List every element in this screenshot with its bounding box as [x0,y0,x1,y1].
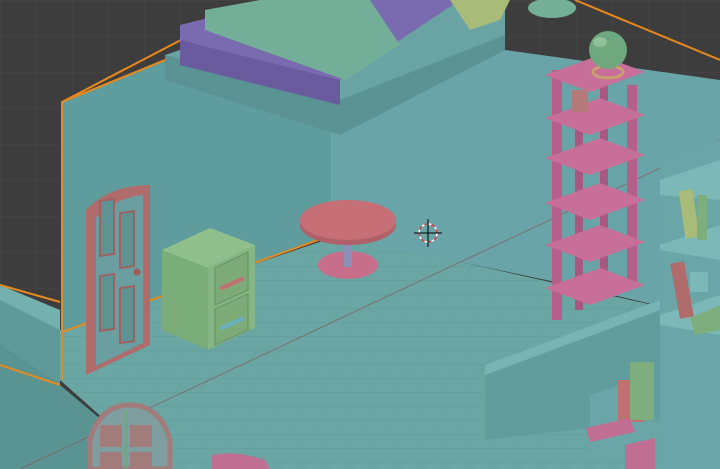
window-pane-3 [100,452,122,469]
window-pane-4 [130,452,152,469]
window-lower[interactable] [87,402,173,469]
book-green[interactable] [697,195,707,240]
filing-cabinet[interactable] [162,228,255,350]
door-glass-3 [99,272,115,333]
globe-highlight [593,37,607,47]
book-box[interactable] [690,272,708,292]
window-pane-2 [130,425,152,447]
small-book-green[interactable] [630,362,654,420]
door[interactable] [86,185,150,375]
window-pane-1 [100,425,122,447]
viewport-canvas[interactable] [0,0,720,469]
door-glass-2 [119,210,135,270]
3d-viewport[interactable] [0,0,720,469]
bookcase-right[interactable] [660,140,720,469]
shelf-book [572,90,588,112]
door-knob[interactable] [133,268,141,276]
door-glass-4 [119,285,135,345]
table-top[interactable] [300,200,396,240]
door-glass-1 [99,197,115,258]
globe[interactable] [589,31,627,69]
